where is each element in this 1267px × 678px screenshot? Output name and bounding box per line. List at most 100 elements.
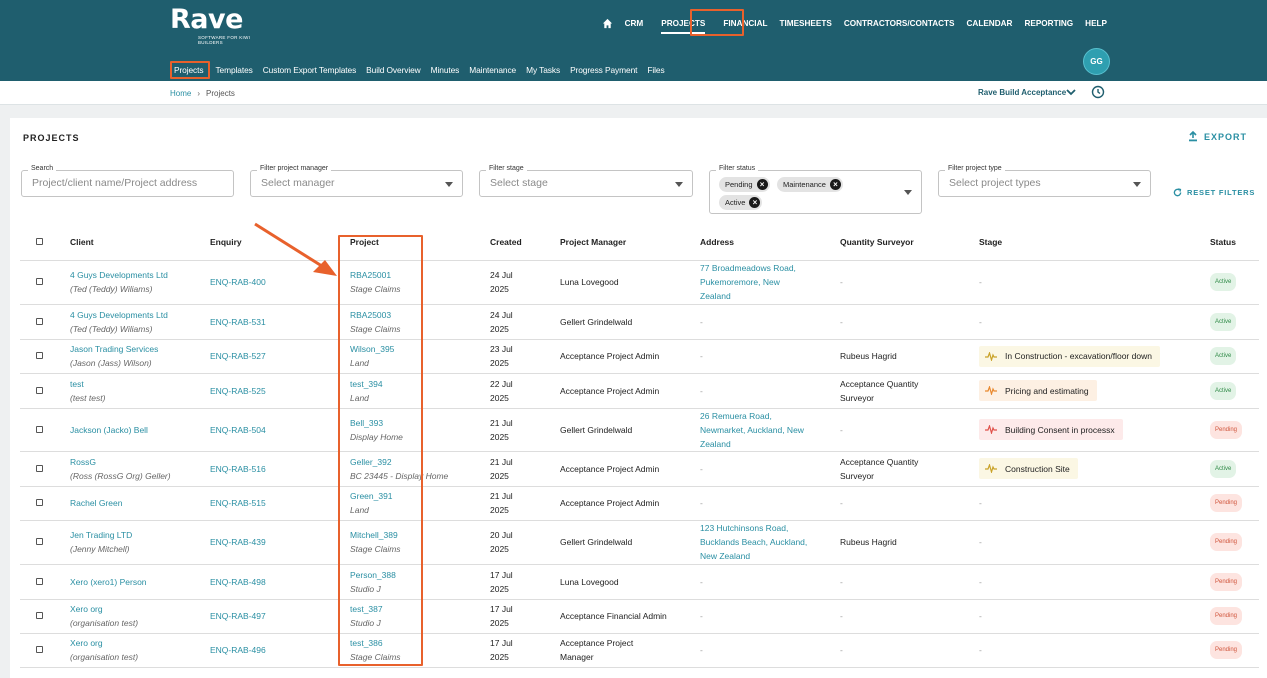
enquiry-link[interactable]: ENQ-RAB-531 (210, 317, 266, 327)
nav-contractors-contacts[interactable]: CONTRACTORS/CONTACTS (844, 19, 955, 28)
status-chip-pending[interactable]: Pending × (719, 177, 770, 192)
breadcrumb-home[interactable]: Home (170, 89, 191, 98)
address-cell: 26 Remuera Road, Newmarket, Auckland, New… (700, 408, 840, 452)
close-icon[interactable]: × (749, 197, 761, 208)
subnav-minutes[interactable]: Minutes (431, 65, 460, 75)
status-chip-active[interactable]: Active × (719, 195, 763, 210)
enquiry-link[interactable]: ENQ-RAB-497 (210, 611, 266, 621)
table-row[interactable]: Xero org (organisation test) ENQ-RAB-496 te… (20, 633, 1259, 668)
address-line[interactable]: 26 Remuera Road, (700, 409, 840, 423)
address-line[interactable]: Bucklands Beach, Auckland, (700, 535, 840, 549)
project-type-select[interactable]: Filter project type Select project types (938, 165, 1151, 197)
address-line[interactable]: Newmarket, Auckland, New (700, 423, 840, 437)
subnav-my-tasks[interactable]: My Tasks (526, 65, 560, 75)
created-date: 22 Jul (490, 378, 513, 389)
enquiry-link[interactable]: ENQ-RAB-439 (210, 537, 266, 547)
table-row[interactable]: Jason Trading Services (Jason (Jass) Wils… (20, 339, 1259, 374)
row-checkbox[interactable] (36, 317, 43, 325)
table-row[interactable]: 4 Guys Developments Ltd (Ted (Teddy) Wili… (20, 260, 1259, 305)
enquiry-cell: ENQ-RAB-497 (210, 599, 350, 634)
chevron-down-icon[interactable] (1066, 88, 1076, 96)
enquiry-link[interactable]: ENQ-RAB-516 (210, 464, 266, 474)
export-button[interactable]: EXPORT (1188, 131, 1247, 142)
home-icon[interactable] (602, 18, 613, 29)
client-name-link[interactable]: 4 Guys Developments Ltd (70, 308, 210, 322)
client-name-link[interactable]: Xero org (70, 602, 210, 616)
history-clock-icon[interactable] (1091, 85, 1105, 99)
select-all-checkbox[interactable] (36, 237, 43, 245)
search-input[interactable]: Search Project/client name/Project addre… (21, 165, 234, 197)
project-manager-select[interactable]: Filter project manager Select manager (250, 165, 463, 197)
client-name-link[interactable]: Rachel Green (70, 496, 210, 510)
row-checkbox[interactable] (36, 386, 43, 394)
subnav-build-overview[interactable]: Build Overview (366, 65, 421, 75)
table-row[interactable]: Xero (xero1) Person ENQ-RAB-498 Person_388… (20, 564, 1259, 600)
stage-select[interactable]: Filter stage Select stage (479, 165, 693, 197)
row-checkbox[interactable] (36, 646, 43, 653)
reset-filters-button[interactable]: RESET FILTERS (1173, 188, 1255, 197)
table-row[interactable]: test (test test) ENQ-RAB-525 test_394 Land 22… (20, 373, 1259, 409)
close-icon[interactable]: × (756, 179, 768, 190)
table-row[interactable]: Jackson (Jacko) Bell ENQ-RAB-504 Bell_393 D… (20, 408, 1259, 452)
quantity-surveyor-cell: Acceptance Quantity Surveyor (840, 373, 979, 409)
nav-timesheets[interactable]: TIMESHEETS (780, 19, 832, 28)
row-checkbox[interactable] (36, 464, 43, 472)
address-line[interactable]: New Zealand (700, 549, 840, 563)
client-name-link[interactable]: Xero (xero1) Person (70, 575, 210, 589)
enquiry-link[interactable]: ENQ-RAB-525 (210, 386, 266, 396)
client-name-link[interactable]: Xero org (70, 636, 210, 650)
row-checkbox[interactable] (36, 425, 43, 433)
table-row[interactable]: Xero org (organisation test) ENQ-RAB-497 te… (20, 599, 1259, 634)
col-status[interactable]: Status (1210, 224, 1259, 261)
table-row[interactable]: RossG (Ross (RossG Org) Geller) ENQ-RAB-51… (20, 451, 1259, 487)
address-line[interactable]: 77 Broadmeadows Road, (700, 261, 840, 275)
enquiry-link[interactable]: ENQ-RAB-515 (210, 498, 266, 508)
subnav-custom-export-templates[interactable]: Custom Export Templates (263, 65, 357, 75)
col-address[interactable]: Address (700, 224, 840, 261)
enquiry-link[interactable]: ENQ-RAB-496 (210, 645, 266, 655)
subnav-templates[interactable]: Templates (215, 65, 252, 75)
enquiry-link[interactable]: ENQ-RAB-527 (210, 351, 266, 361)
address-line[interactable]: Zealand (700, 289, 840, 303)
avatar[interactable]: GG (1083, 48, 1110, 75)
created-cell: 24 Jul 2025 (490, 260, 560, 305)
subnav-progress-payment[interactable]: Progress Payment (570, 65, 637, 75)
address-line[interactable]: Zealand (700, 437, 840, 451)
address-line[interactable]: 123 Hutchinsons Road, (700, 521, 840, 535)
table-row[interactable]: Jen Trading LTD (Jenny Mitchell) ENQ-RAB-4… (20, 520, 1259, 565)
address-line[interactable]: Pukemoremore, New (700, 275, 840, 289)
enquiry-link[interactable]: ENQ-RAB-498 (210, 577, 266, 587)
client-name-link[interactable]: 4 Guys Developments Ltd (70, 268, 210, 282)
row-checkbox[interactable] (36, 278, 43, 285)
nav-reporting[interactable]: REPORTING (1024, 19, 1073, 28)
col-stage[interactable]: Stage (979, 224, 1210, 261)
row-checkbox[interactable] (36, 352, 43, 359)
client-name-link[interactable]: RossG (70, 455, 210, 469)
table-row[interactable]: 4 Guys Developments Ltd (Ted (Teddy) Wili… (20, 304, 1259, 340)
row-checkbox[interactable] (36, 577, 43, 585)
rave-logo[interactable]: Rave SOFTWARE FOR KIWI BUILDERS (170, 5, 258, 46)
close-icon[interactable]: × (829, 179, 841, 190)
enquiry-link[interactable]: ENQ-RAB-504 (210, 425, 266, 435)
table-row[interactable]: Rachel Green ENQ-RAB-515 Green_391 Land 21 J… (20, 486, 1259, 521)
client-name-link[interactable]: Jackson (Jacko) Bell (70, 423, 210, 437)
col-client[interactable]: Client (70, 224, 210, 261)
status-badge: Pending (1210, 607, 1243, 625)
account-selector[interactable]: Rave Build Acceptance (978, 88, 1066, 97)
status-select[interactable]: Filter status Pending × Maintenance × Acti… (709, 165, 922, 214)
nav-crm[interactable]: CRM (625, 19, 644, 28)
nav-calendar[interactable]: CALENDAR (967, 19, 1013, 28)
status-chip-maintenance[interactable]: Maintenance × (777, 177, 843, 192)
col-quantity-surveyor[interactable]: Quantity Surveyor (840, 224, 979, 261)
row-checkbox[interactable] (36, 499, 43, 506)
client-name-link[interactable]: test (70, 377, 210, 391)
row-checkbox[interactable] (36, 538, 43, 545)
subnav-maintenance[interactable]: Maintenance (469, 65, 516, 75)
client-name-link[interactable]: Jason Trading Services (70, 342, 210, 356)
nav-help[interactable]: HELP (1085, 19, 1107, 28)
client-name-link[interactable]: Jen Trading LTD (70, 528, 210, 542)
subnav-files[interactable]: Files (647, 65, 664, 75)
row-checkbox[interactable] (36, 612, 43, 619)
col-created[interactable]: Created (490, 224, 560, 261)
col-project-manager[interactable]: Project Manager (560, 224, 700, 261)
